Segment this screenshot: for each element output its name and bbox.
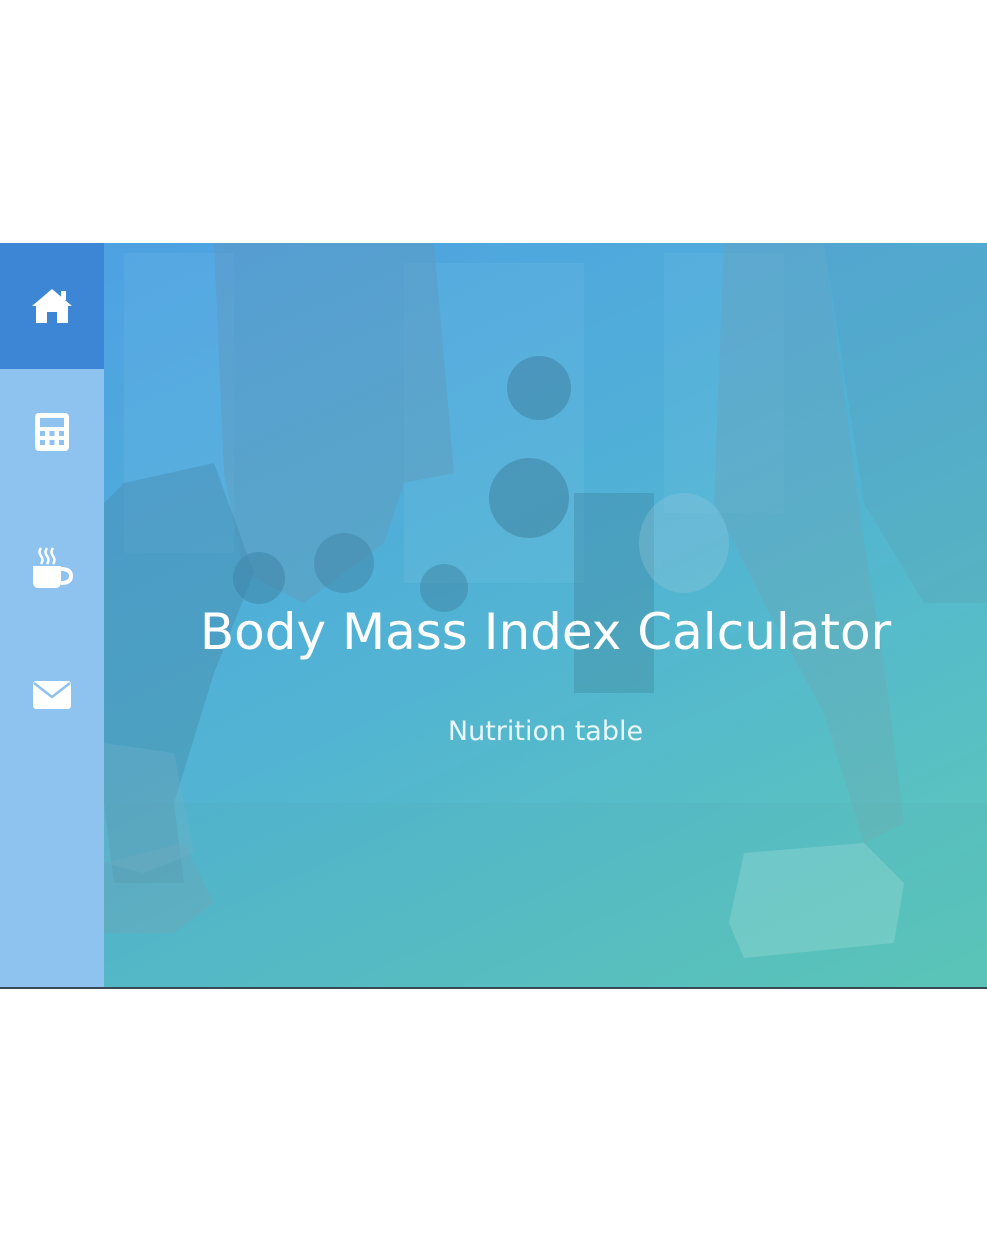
coffee-icon: [33, 547, 74, 588]
envelope-icon: [33, 681, 71, 709]
page-title: Body Mass Index Calculator: [199, 603, 892, 661]
sidebar-item-calculator[interactable]: [0, 369, 104, 495]
divider: [0, 987, 987, 989]
sidebar-item-contact[interactable]: [0, 632, 104, 758]
sidebar-item-coffee[interactable]: [0, 505, 104, 631]
hero-banner: Body Mass Index Calculator Nutrition tab…: [104, 243, 987, 988]
home-icon: [32, 289, 72, 323]
nutrition-table-link[interactable]: Nutrition table: [104, 716, 987, 747]
sidebar-item-home[interactable]: [0, 243, 104, 369]
app-window: Body Mass Index Calculator Nutrition tab…: [0, 243, 987, 988]
sidebar: [0, 243, 104, 988]
calculator-icon: [35, 413, 69, 451]
